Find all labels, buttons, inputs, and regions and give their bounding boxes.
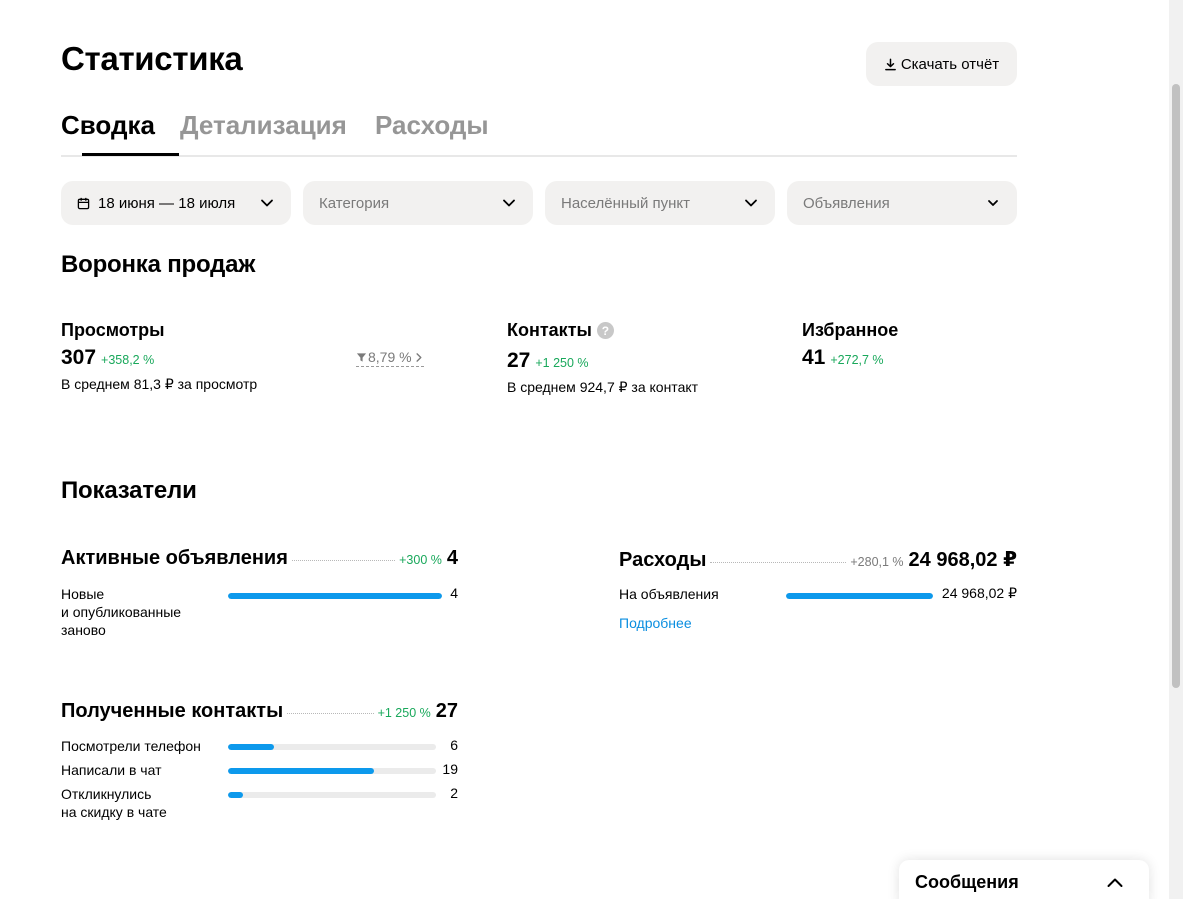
chevron-up-icon	[1107, 878, 1123, 887]
phone-views-bar	[228, 744, 436, 750]
expenses-bar-fill	[786, 593, 933, 599]
phone-views-value: 6	[450, 737, 458, 753]
views-label: Просмотры	[61, 320, 165, 341]
contacts-sub: В среднем 924,7 ₽ за контакт	[507, 379, 699, 395]
tab-expenses[interactable]: Расходы	[375, 110, 489, 141]
active-ads-row-value: 4	[450, 585, 458, 601]
expenses-bar	[786, 593, 933, 599]
expenses-more-link[interactable]: Подробнее	[619, 615, 692, 631]
contacts-label-text: Контакты	[507, 320, 592, 340]
chat-messages-bar	[228, 768, 436, 774]
phone-views-label: Посмотрели телефон	[61, 738, 201, 754]
leader-dots	[291, 560, 396, 561]
contacts-value-row: 27 +1 250 %	[507, 349, 589, 373]
scrollbar-thumb[interactable]	[1172, 84, 1180, 688]
funnel-title: Воронка продаж	[61, 251, 256, 278]
active-ads-header: Активные объявления +300 % 4	[61, 547, 458, 570]
discount-replies-bar-fill	[228, 792, 244, 798]
date-range-select[interactable]: 18 июня — 18 июля	[61, 181, 291, 225]
expenses-row-value: 24 968,02 ₽	[941, 585, 1017, 601]
contacts-value: 27	[507, 349, 531, 372]
active-ads-row-label: Новые и опубликованные заново	[61, 586, 182, 638]
contacts-change: +1 250 %	[535, 356, 589, 370]
download-report-label: Скачать отчёт	[900, 55, 1000, 73]
views-value: 307	[61, 346, 97, 369]
chat-messages-label: Написали в чат	[61, 762, 162, 778]
calendar-icon	[77, 197, 90, 209]
chevron-down-icon	[503, 199, 515, 207]
category-select[interactable]: Категория	[303, 181, 533, 225]
expenses-name: Расходы	[619, 549, 707, 571]
discount-replies-label: Откликнулись на скидку в чате	[61, 786, 167, 820]
funnel-icon	[356, 352, 367, 362]
active-tab-indicator	[82, 153, 179, 156]
tab-summary[interactable]: Сводка	[61, 110, 155, 141]
views-value-row: 307 +358,2 %	[61, 346, 154, 370]
ads-placeholder: Объявления	[803, 194, 890, 212]
active-ads-change: +300 %	[399, 553, 442, 567]
location-placeholder: Населённый пункт	[561, 194, 691, 212]
received-contacts-change: +1 250 %	[377, 706, 431, 720]
tabs-bar: Сводка Детализация Расходы	[61, 108, 1017, 157]
expenses-change: +280,1 %	[850, 555, 904, 569]
views-label-text: Просмотры	[61, 320, 165, 340]
contacts-label: Контакты ?	[507, 320, 614, 341]
page-title: Статистика	[61, 40, 243, 77]
chat-messages-bar-fill	[228, 768, 375, 774]
messages-panel[interactable]: Сообщения	[899, 860, 1149, 899]
contacts-header: Полученные контакты +1 250 % 27	[61, 700, 458, 723]
expenses-value: 24 968,02 ₽	[908, 549, 1017, 571]
active-ads-value: 4	[446, 547, 458, 569]
download-report-button[interactable]: Скачать отчёт	[866, 42, 1017, 86]
active-ads-bar	[228, 593, 442, 599]
date-range-value: 18 июня — 18 июля	[98, 194, 236, 212]
location-select[interactable]: Населённый пункт	[545, 181, 775, 225]
conversion-link[interactable]: 8,79 %	[356, 349, 424, 367]
received-contacts-value: 27	[435, 700, 458, 722]
favorites-label: Избранное	[802, 320, 898, 341]
chat-messages-value: 19	[442, 761, 458, 777]
received-contacts-name: Полученные контакты	[61, 700, 284, 722]
chevron-down-icon	[988, 200, 998, 206]
tab-details[interactable]: Детализация	[180, 110, 347, 141]
help-icon[interactable]: ?	[596, 322, 614, 339]
chevron-right-icon	[416, 352, 422, 362]
favorites-label-text: Избранное	[802, 320, 899, 340]
download-icon	[884, 58, 896, 70]
views-change: +358,2 %	[101, 353, 155, 367]
phone-views-bar-fill	[228, 744, 275, 750]
favorites-value-row: 41 +272,7 %	[802, 346, 884, 370]
indicators-title: Показатели	[61, 477, 197, 504]
messages-title: Сообщения	[915, 872, 1019, 892]
leader-dots	[710, 562, 847, 563]
views-sub: В среднем 81,3 ₽ за просмотр	[61, 376, 258, 392]
expenses-header: Расходы +280,1 % 24 968,02 ₽	[619, 547, 1017, 572]
chevron-down-icon	[261, 199, 273, 207]
chevron-down-icon	[745, 199, 757, 207]
discount-replies-bar	[228, 792, 436, 798]
active-ads-bar-fill	[228, 593, 442, 599]
favorites-change: +272,7 %	[830, 353, 884, 367]
expenses-row-label: На объявления	[619, 586, 719, 602]
leader-dots	[287, 713, 374, 714]
active-ads-name: Активные объявления	[61, 547, 288, 569]
favorites-value: 41	[802, 346, 826, 369]
category-placeholder: Категория	[319, 194, 390, 212]
discount-replies-value: 2	[450, 785, 458, 801]
ads-select[interactable]: Объявления	[787, 181, 1017, 225]
scrollbar[interactable]	[1169, 0, 1183, 899]
conversion-value: 8,79 %	[368, 349, 412, 365]
